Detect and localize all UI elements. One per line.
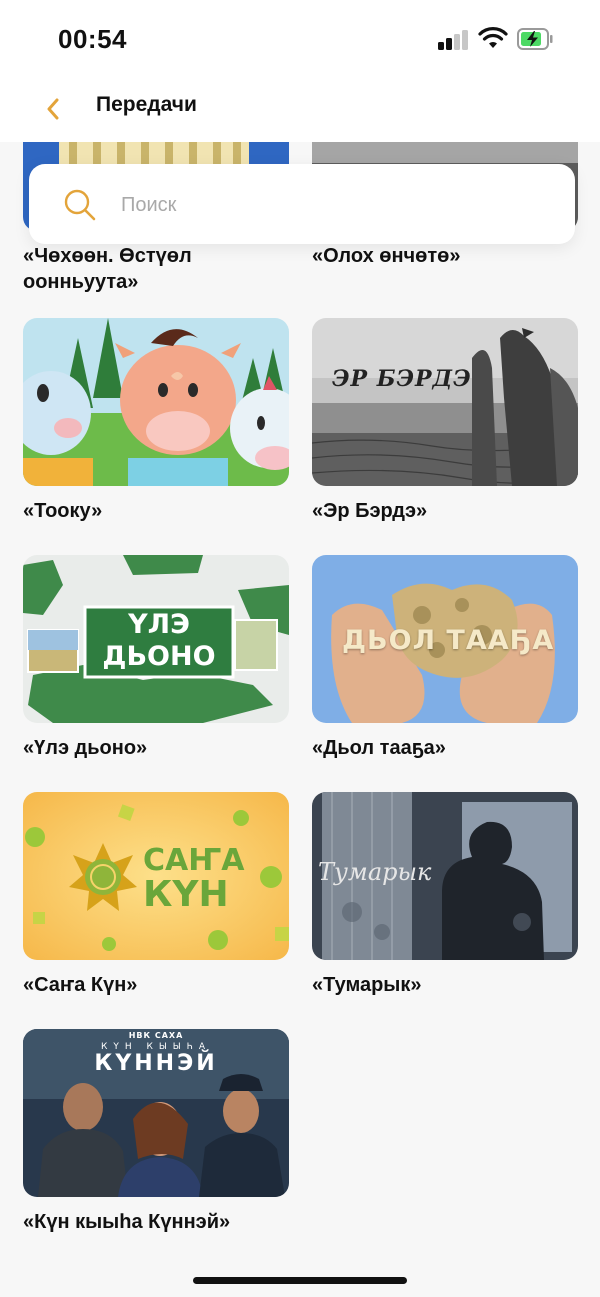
hands-stone-caption: ДЬОЛ ТААҔА — [342, 625, 555, 656]
nav-bar: Передачи — [0, 80, 600, 142]
show-title: «Үлэ дьоно» — [23, 737, 148, 759]
show-title: «Чөхөөн. Өстүөл оонньуута» — [23, 245, 192, 293]
drama-poster-caption: НВК САХА КҮН КЫЫҺА КҮННЭЙ — [23, 1031, 289, 1076]
show-title: «Тумарык» — [312, 974, 422, 996]
show-title: «Тооку» — [23, 500, 103, 522]
channel-logo-right: САХА — [154, 1031, 184, 1040]
shows-scroll-view[interactable]: «Чөхөөн. Өстүөл оонньуута» «Олох өнчөтө» — [0, 142, 600, 1297]
channel-logo-left: НВК — [128, 1031, 152, 1040]
show-card[interactable]: «Тооку» — [23, 318, 289, 524]
green-map-caption: ҮЛЭ ДЬОНО — [89, 609, 229, 673]
cartoon-calves-image — [23, 318, 289, 486]
battery-charging-icon — [517, 28, 553, 50]
show-card[interactable]: НВК САХА КҮН КЫЫҺА КҮННЭЙ «Күн кыыһа Күн… — [23, 1029, 289, 1235]
back-button[interactable] — [36, 92, 70, 126]
window-silhouette-caption: Тумарык — [318, 858, 432, 886]
eagle-monument-image — [312, 318, 578, 486]
status-bar: 00:54 — [0, 0, 600, 80]
cellular-signal-icon — [438, 30, 470, 50]
caption-line-1: ҮЛЭ — [128, 609, 190, 640]
status-time: 00:54 — [58, 24, 127, 54]
search-input[interactable] — [119, 186, 543, 224]
search-bar[interactable] — [29, 164, 575, 244]
page-title: Передачи — [96, 93, 197, 116]
poster-title: КҮННЭЙ — [94, 1051, 218, 1076]
show-card[interactable]: ЭР БЭРДЭ «Эр Бэрдэ» — [312, 318, 578, 524]
channel-logo: НВК САХА — [23, 1031, 289, 1040]
show-thumbnail: ЭР БЭРДЭ — [312, 318, 578, 486]
wifi-icon — [478, 27, 508, 48]
show-card[interactable]: Тумарык «Тумарык» — [312, 792, 578, 998]
show-title: «Күн кыыһа Күннэй» — [23, 1211, 231, 1233]
show-thumbnail: ҮЛЭ ДЬОНО — [23, 555, 289, 723]
show-card[interactable]: САҤА КҮН «Саҥа Күн» — [23, 792, 289, 998]
show-thumbnail: НВК САХА КҮН КЫЫҺА КҮННЭЙ — [23, 1029, 289, 1197]
home-indicator[interactable] — [193, 1277, 407, 1284]
show-title: «Эр Бэрдэ» — [312, 500, 428, 522]
caption-line-2: ДЬОНО — [102, 641, 216, 672]
show-card[interactable]: ҮЛЭ ДЬОНО «Үлэ дьоно» — [23, 555, 289, 761]
yellow-sun-caption: САҤА КҮН — [143, 843, 245, 915]
show-thumbnail — [23, 318, 289, 486]
chevron-left-icon — [47, 98, 59, 120]
show-card[interactable]: ДЬОЛ ТААҔА «Дьол тааҕа» — [312, 555, 578, 761]
caption-line-2: КҮН — [143, 874, 229, 915]
search-icon — [64, 189, 96, 221]
caption-line-1: САҤА — [143, 843, 245, 878]
show-title: «Олох өнчөтө» — [312, 245, 461, 267]
show-title: «Дьол тааҕа» — [312, 737, 446, 759]
show-thumbnail: Тумарык — [312, 792, 578, 960]
show-title: «Саҥа Күн» — [23, 974, 138, 996]
eagle-monument-caption: ЭР БЭРДЭ — [332, 366, 472, 392]
show-thumbnail: САҤА КҮН — [23, 792, 289, 960]
show-thumbnail: ДЬОЛ ТААҔА — [312, 555, 578, 723]
